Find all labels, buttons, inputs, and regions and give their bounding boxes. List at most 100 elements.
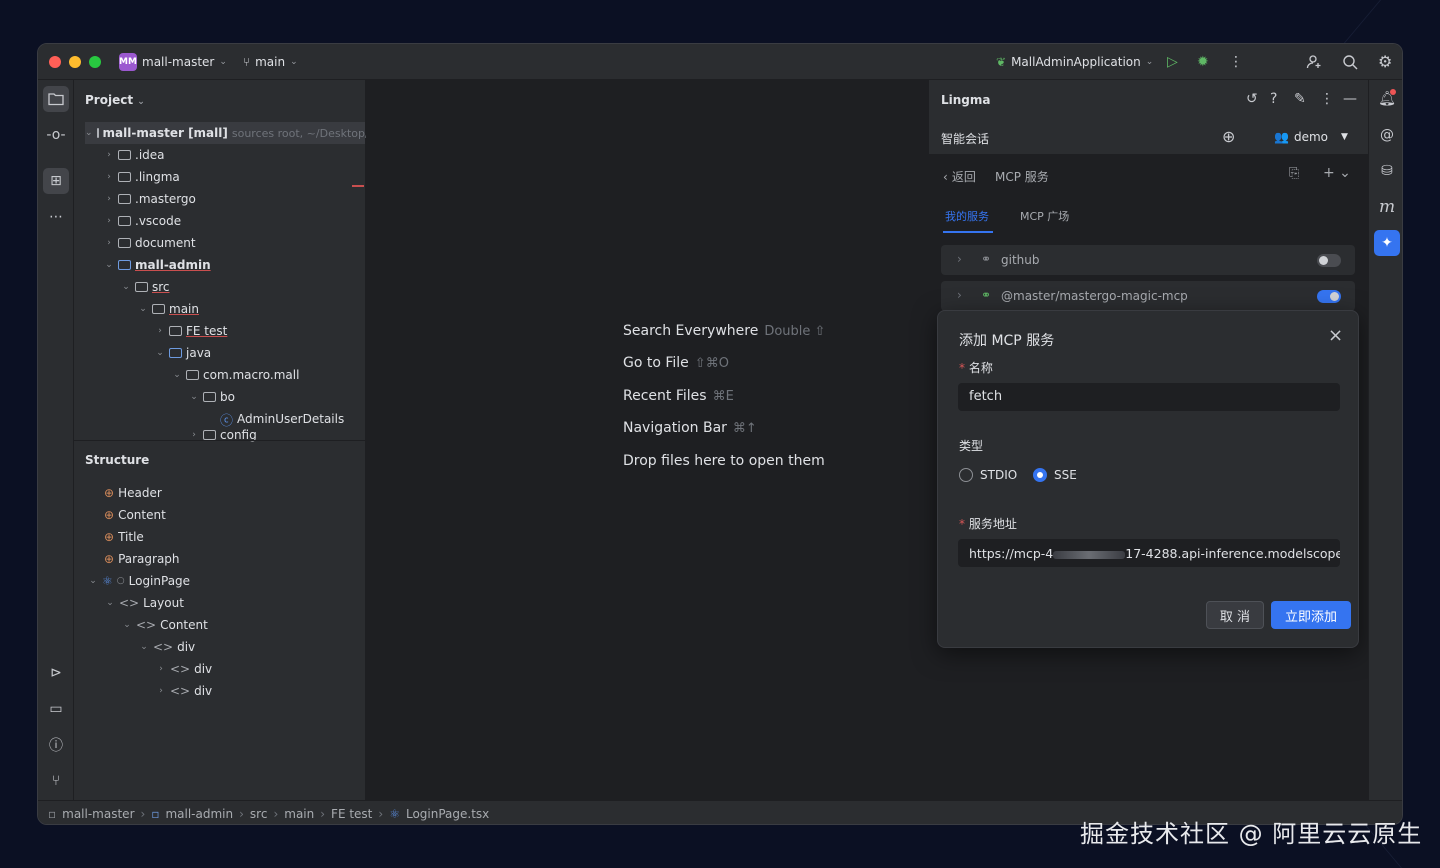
component-icon: ⊕ <box>104 552 115 566</box>
structure-item[interactable]: › <> div <box>156 680 212 702</box>
problems-tool-button[interactable]: ⓘ <box>43 732 69 758</box>
radio-stdio[interactable]: STDIO <box>959 468 1017 482</box>
project-tool-button[interactable] <box>43 86 69 112</box>
tree-item[interactable]: ⌄ src <box>121 276 169 298</box>
project-switcher[interactable]: MM mall-master ⌄ <box>119 52 227 71</box>
structure-item[interactable]: ⌄ <> Content <box>122 614 208 636</box>
add-user-icon[interactable] <box>1306 54 1322 70</box>
debug-icon[interactable]: ✹ <box>1197 54 1209 70</box>
terminal-tool-button[interactable]: ▭ <box>43 696 69 722</box>
close-icon[interactable]: × <box>1328 325 1343 346</box>
new-session-icon[interactable]: ⊕ <box>1222 127 1235 146</box>
name-input[interactable]: fetch <box>958 383 1340 411</box>
service-toggle[interactable] <box>1317 290 1341 303</box>
more-icon[interactable]: ⋮ <box>1320 91 1334 107</box>
tree-item[interactable]: › FE test <box>155 320 227 342</box>
tree-item[interactable]: › document <box>104 232 195 254</box>
search-icon[interactable] <box>1342 54 1358 70</box>
tree-item[interactable]: › .idea <box>104 144 164 166</box>
branch-name: main <box>255 54 286 69</box>
crumb[interactable]: LoginPage.tsx <box>406 807 489 821</box>
folder-icon <box>48 93 64 106</box>
structure-item[interactable]: ⊕ Content <box>104 504 166 526</box>
history-icon[interactable]: ↺ <box>1246 91 1258 107</box>
structure-item[interactable]: ⌄ ⚛ ○ LoginPage <box>88 570 190 592</box>
tree-item-label: mall-master [mall] <box>102 126 228 140</box>
tree-item[interactable]: ⌄ mall-admin <box>104 254 210 276</box>
service-toggle[interactable] <box>1317 254 1341 267</box>
lingma-icon: ✦ <box>1381 235 1393 251</box>
zoom-window-button[interactable] <box>89 55 101 68</box>
file-icon[interactable]: ⎘ <box>1289 166 1299 181</box>
tree-item[interactable]: ⌄ main <box>138 298 199 320</box>
tab-mcp-market[interactable]: MCP 广场 <box>1020 208 1069 224</box>
run-config-name: MallAdminApplication <box>1011 54 1141 69</box>
cancel-button[interactable]: 取 消 <box>1206 601 1264 629</box>
hint-navigation-bar: Navigation Bar ⌘↑ <box>623 420 757 436</box>
tree-item[interactable]: › .lingma <box>104 166 180 188</box>
tree-item[interactable]: ⓒ AdminUserDetails <box>220 408 344 430</box>
structure-item[interactable]: ⊕ Title <box>104 526 144 548</box>
database-button[interactable]: ⛁ <box>1374 158 1400 184</box>
user-selector[interactable]: 👥 demo ▼ <box>1274 130 1348 144</box>
run-icon[interactable]: ▷ <box>1167 54 1178 70</box>
crumb[interactable]: src <box>250 807 268 821</box>
run-config-selector[interactable]: ❦ MallAdminApplication ⌄ <box>996 55 1153 69</box>
session-label: 智能会话 <box>941 132 990 146</box>
structure-item[interactable]: ⊕ Header <box>104 482 162 504</box>
project-panel-header[interactable]: Project ⌄ <box>85 93 145 107</box>
folder-icon <box>118 194 131 204</box>
mastergo-button[interactable]: m <box>1374 194 1400 220</box>
ai-assistant-button[interactable]: @ <box>1374 122 1400 148</box>
lingma-button[interactable]: ✦ <box>1374 230 1400 256</box>
structure-panel-title: Structure <box>85 453 150 467</box>
tree-item[interactable]: ⌄ java <box>155 342 211 364</box>
tree-item[interactable]: › .vscode <box>104 210 181 232</box>
structure-item[interactable]: › <> div <box>156 658 212 680</box>
project-panel-title: Project <box>85 93 134 107</box>
back-button[interactable]: ‹ 返回 <box>943 168 976 185</box>
tree-item-label: bo <box>220 390 235 404</box>
tree-item-root[interactable]: ⌄ mall-master [mall] sources root, ~/Des… <box>85 122 369 144</box>
structure-item-label: Content <box>160 618 208 632</box>
submit-button[interactable]: 立即添加 <box>1271 601 1351 629</box>
more-tools-button[interactable]: ⋯ <box>43 204 69 230</box>
ide-window: MM mall-master ⌄ ⑂ main ⌄ ❦ MallAdminApp… <box>37 43 1403 825</box>
service-row-github[interactable]: › ⚭ github <box>941 245 1355 275</box>
minimize-window-button[interactable] <box>69 55 81 68</box>
folder-icon <box>169 326 182 336</box>
folder-icon: ▫ <box>48 806 57 821</box>
add-service-icon[interactable]: + ⌄ <box>1323 165 1351 181</box>
structure-item[interactable]: ⊕ Paragraph <box>104 548 180 570</box>
settings-icon[interactable]: ⚙ <box>1378 52 1392 71</box>
radio-sse[interactable]: SSE <box>1033 468 1077 482</box>
editor-area[interactable]: Search Everywhere Double ⇧ Go to File ⇧⌘O … <box>366 80 928 800</box>
link-icon: ⚭ <box>981 252 992 266</box>
minimize-icon[interactable]: — <box>1343 91 1357 107</box>
crumb[interactable]: FE test <box>331 807 372 821</box>
mcp-page-title: MCP 服务 <box>995 170 1049 184</box>
structure-item[interactable]: ⌄ <> div <box>139 636 195 658</box>
service-row-mastergo[interactable]: › ⚭ @master/mastergo-magic-mcp <box>941 281 1355 311</box>
tree-item[interactable]: ⌄ com.macro.mall <box>172 364 299 386</box>
tree-item[interactable]: › .mastergo <box>104 188 196 210</box>
crumb[interactable]: main <box>284 807 314 821</box>
tab-my-services[interactable]: 我的服务 <box>945 208 989 224</box>
help-icon[interactable]: ? <box>1270 91 1277 107</box>
close-window-button[interactable] <box>49 55 61 68</box>
url-input[interactable]: https://mcp-4 17-4288.api-inference.model… <box>958 539 1340 567</box>
right-tool-bar: 🔔︎ @ ⛁ m ✦ <box>1368 80 1402 800</box>
tag-icon: <> <box>170 684 191 698</box>
tree-item[interactable]: ⌄ bo <box>189 386 235 408</box>
structure-tool-button[interactable]: ⊞ <box>43 168 69 194</box>
edit-icon[interactable]: ✎ <box>1294 91 1306 107</box>
notifications-button[interactable]: 🔔︎ <box>1374 86 1400 112</box>
git-tool-button[interactable]: ⑂ <box>43 768 69 794</box>
services-tool-button[interactable]: ⊳ <box>43 660 69 686</box>
commit-tool-button[interactable]: -o- <box>43 122 69 148</box>
crumb[interactable]: mall-admin <box>165 807 233 821</box>
more-actions-icon[interactable]: ⋮ <box>1229 54 1243 70</box>
crumb[interactable]: mall-master <box>62 807 134 821</box>
branch-switcher[interactable]: ⑂ main ⌄ <box>243 55 298 69</box>
structure-item[interactable]: ⌄ <> Layout <box>105 592 184 614</box>
